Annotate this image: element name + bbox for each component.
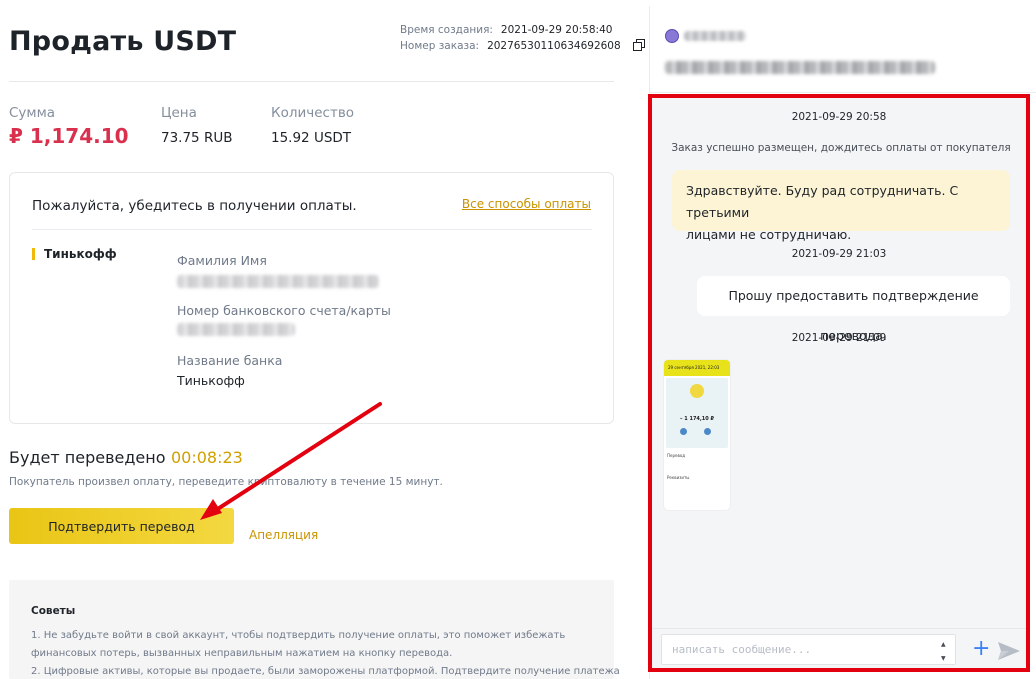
payment-method-tag[interactable]: Тинькофф (32, 248, 117, 260)
system-message: Заказ успешно размещен, дождитесь оплаты… (671, 142, 1011, 154)
confirm-transfer-button[interactable]: Подтвердить перевод (9, 508, 234, 544)
price-label: Цена (161, 105, 197, 121)
created-label: Время создания: (400, 24, 493, 36)
coin-icon (690, 384, 704, 398)
chat-messages: 2021-09-29 20:58 Заказ успешно размещен,… (652, 98, 1026, 668)
chat-bubble: Здравствуйте. Буду рад сотрудничать. С т… (672, 170, 1010, 242)
chat-timestamp: 2021-09-29 21:03 (791, 248, 887, 260)
attachment-label: Реквизиты (667, 475, 690, 480)
image-attachment[interactable]: 29 сентября 2021, 22:03 – 1 174,10 ₽ Пер… (664, 360, 730, 510)
action-icon (704, 428, 711, 435)
scroll-arrows-icon[interactable]: ▲ ▼ (941, 638, 946, 666)
timer-label: Будет переведено (9, 448, 166, 467)
redacted-name (177, 275, 379, 288)
chat-bubble-line: лицами не сотрудничаю. (686, 227, 852, 242)
message-input[interactable]: написать сообщение... (661, 634, 956, 665)
tips-heading: Советы (31, 605, 76, 617)
tip-line: 2. Цифровые активы, которые вы продаете,… (31, 666, 620, 677)
page-title: Продать USDT (9, 26, 237, 57)
appeal-link[interactable]: Апелляция (249, 528, 318, 542)
order-number-label: Номер заказа: (400, 40, 480, 52)
add-attachment-icon[interactable]: + (972, 638, 990, 660)
quantity-label: Количество (271, 105, 355, 121)
redacted-user-info (665, 61, 935, 74)
all-payment-methods-link[interactable]: Все способы оплаты (462, 197, 591, 211)
action-icon (680, 428, 687, 435)
amount-value: ₽ 1,174.10 (9, 124, 129, 148)
payment-heading: Пожалуйста, убедитесь в получении оплаты… (32, 198, 357, 214)
countdown-timer: 00:08:23 (171, 448, 243, 467)
divider (9, 81, 614, 82)
chat-bubble: Прошу предоставить подтверждение перевод… (697, 276, 1010, 343)
tips-box: Советы 1. Не забудьте войти в свой аккау… (9, 580, 620, 679)
divider (32, 229, 592, 230)
order-meta: Время создания: 2021-09-29 20:58:40 Номе… (400, 22, 645, 54)
order-number-value: 20276530110634692608 (487, 40, 621, 52)
tip-line: финансовых потерь, вызванных неправильны… (31, 648, 453, 659)
attachment-header: 29 сентября 2021, 22:03 (664, 360, 730, 376)
account-label: Номер банковского счета/карты (177, 303, 391, 318)
price-value: 73.75 RUB (161, 130, 233, 146)
quantity-value: 15.92 USDT (271, 130, 352, 146)
amount-label: Сумма (9, 105, 56, 121)
timer-hint: Покупатель произвел оплату, переведите к… (9, 476, 443, 488)
bank-value: Тинькофф (177, 373, 245, 388)
tip-line: 1. Не забудьте войти в свой аккаунт, что… (31, 630, 566, 641)
redacted-username (684, 31, 746, 41)
attachment-amount: – 1 174,10 ₽ (680, 416, 714, 422)
avatar (665, 29, 679, 43)
divider (649, 92, 1036, 93)
amount-stat: Сумма ₽ 1,174.10 (9, 105, 129, 148)
chat-timestamp: 2021-09-29 21:09 (791, 332, 887, 344)
attachment-card: – 1 174,10 ₽ (666, 378, 728, 448)
bank-label: Название банка (177, 353, 283, 368)
quantity-stat: Количество 15.92 USDT (271, 105, 354, 146)
p2p-order-page: Продать USDT Время создания: 2021-09-29 … (0, 0, 1036, 679)
redacted-account (177, 323, 295, 336)
price-stat: Цена 73.75 RUB (161, 105, 232, 146)
send-icon[interactable] (997, 641, 1021, 661)
order-panel: Продать USDT Время создания: 2021-09-29 … (0, 0, 645, 679)
name-label: Фамилия Имя (177, 253, 267, 268)
chat-timestamp: 2021-09-29 20:58 (791, 111, 887, 123)
attachment-label: Перевод (667, 453, 686, 458)
payment-details-card: Пожалуйста, убедитесь в получении оплаты… (9, 172, 614, 424)
created-value: 2021-09-29 20:58:40 (500, 24, 613, 36)
copy-icon[interactable] (632, 39, 645, 51)
chat-bubble-line: Здравствуйте. Буду рад сотрудничать. С т… (686, 183, 959, 220)
